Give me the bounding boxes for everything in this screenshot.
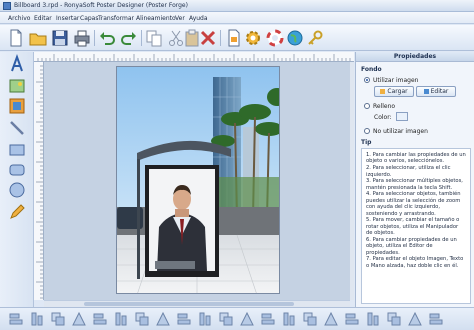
menu-capas[interactable]: Capas [80, 15, 98, 22]
tip-text: 7. Para editar el objeto Imagen, Texto o… [366, 256, 464, 269]
app-icon [3, 2, 11, 10]
edit-button-label: Editar [430, 88, 449, 95]
delete-icon[interactable] [198, 28, 218, 48]
menu-ver[interactable]: Ver [175, 15, 185, 22]
send-back-icon[interactable] [155, 311, 171, 327]
ellipse-tool-icon[interactable] [7, 180, 27, 200]
lock-icon[interactable] [302, 311, 318, 327]
ruler-ticks [36, 65, 43, 299]
rectangle-tool-icon[interactable] [7, 140, 27, 160]
tip-section-label: Tip [361, 139, 372, 146]
save-icon[interactable] [50, 28, 70, 48]
drawing-tools-panel [0, 52, 34, 310]
rounded-rectangle-tool-icon[interactable] [7, 160, 27, 180]
color-swatch[interactable] [396, 112, 408, 121]
flip-vertical-icon[interactable] [239, 311, 255, 327]
align-middle-icon[interactable] [92, 311, 108, 327]
web-globe-icon[interactable] [285, 28, 305, 48]
rotate-left-icon[interactable] [260, 311, 276, 327]
clipart-tool-icon[interactable] [7, 96, 27, 116]
help-lifebuoy-icon[interactable] [265, 28, 285, 48]
menu-bar: Archivo Editar Insertar Capas Transforma… [0, 12, 474, 24]
pencil-tool-icon[interactable] [7, 202, 27, 222]
horizontal-ruler [34, 52, 354, 62]
settings-gear-icon[interactable] [243, 28, 263, 48]
menu-alineamiento[interactable]: Alineamiento [136, 15, 176, 22]
tip-text: 1. Para cambiar las propiedades de un ob… [366, 152, 466, 165]
scrollbar-thumb[interactable] [84, 302, 294, 306]
canvas-area[interactable] [44, 62, 350, 300]
distribute-h-icon[interactable] [344, 311, 360, 327]
vertical-scrollbar[interactable] [350, 62, 354, 300]
edit-icon [423, 89, 429, 94]
menu-transformar[interactable]: Transformar [98, 15, 134, 22]
same-height-icon[interactable] [407, 311, 423, 327]
radio-button[interactable] [364, 103, 370, 109]
redo-icon[interactable] [119, 28, 139, 48]
load-image-button[interactable]: Cargar [374, 86, 414, 97]
key-icon[interactable] [305, 28, 325, 48]
folder-icon [380, 89, 386, 94]
menu-ayuda[interactable]: Ayuda [189, 15, 208, 22]
use-image-radio[interactable]: Utilizar imagen [364, 76, 418, 84]
radio-button[interactable] [364, 77, 370, 83]
radio-button[interactable] [364, 128, 370, 134]
ruler-ticks [37, 54, 351, 61]
align-center-icon[interactable] [29, 311, 45, 327]
center-page-icon[interactable] [428, 311, 444, 327]
image-tool-icon[interactable] [7, 76, 27, 96]
flip-horizontal-icon[interactable] [218, 311, 234, 327]
properties-panel: Propiedades Fondo Utilizar imagen Cargar… [355, 52, 474, 310]
use-image-label: Utilizar imagen [373, 76, 419, 84]
align-top-icon[interactable] [71, 311, 87, 327]
fondo-section-label: Fondo [361, 66, 382, 73]
tips-box: 1. Para cambiar las propiedades de un ob… [361, 148, 471, 304]
tip-text: 5. Para mover, cambiar el tamaño o rotar… [366, 217, 460, 237]
unlock-icon[interactable] [323, 311, 339, 327]
vertical-ruler [34, 62, 44, 300]
menu-archivo[interactable]: Archivo [8, 15, 30, 22]
toolbar-separator [220, 30, 221, 46]
fill-radio[interactable]: Relleno [364, 102, 395, 110]
no-image-radio[interactable]: No utilizar imagen [364, 127, 428, 135]
align-right-icon[interactable] [50, 311, 66, 327]
load-button-label: Cargar [387, 88, 408, 95]
align-bottom-icon[interactable] [113, 311, 129, 327]
toolbar-separator [141, 30, 142, 46]
new-document-icon[interactable] [6, 28, 26, 48]
rotate-right-icon[interactable] [281, 311, 297, 327]
color-label: Color: [374, 114, 392, 121]
same-width-icon[interactable] [386, 311, 402, 327]
undo-icon[interactable] [97, 28, 117, 48]
menu-insertar[interactable]: Insertar [56, 15, 79, 22]
menu-editar[interactable]: Editar [34, 15, 52, 22]
alignment-toolbar [0, 307, 474, 330]
properties-header: Propiedades [356, 52, 474, 62]
align-left-icon[interactable] [8, 311, 24, 327]
distribute-v-icon[interactable] [365, 311, 381, 327]
ungroup-icon[interactable] [197, 311, 213, 327]
horizontal-scrollbar[interactable] [44, 300, 350, 307]
edit-image-button[interactable]: Editar [416, 86, 456, 97]
open-folder-icon[interactable] [28, 28, 48, 48]
fill-label: Relleno [373, 102, 396, 110]
copy-icon[interactable] [144, 28, 164, 48]
window-title: Billboard 3.rpd - RonyaSoft Poster Desig… [14, 2, 188, 9]
tip-text: 2. Para seleccionar, utiliza el clic izq… [366, 165, 451, 178]
bring-front-icon[interactable] [134, 311, 150, 327]
text-tool-icon[interactable] [7, 54, 27, 74]
title-bar: Billboard 3.rpd - RonyaSoft Poster Desig… [0, 0, 474, 12]
toolbar-separator [94, 30, 95, 46]
tip-text: 6. Para cambiar propiedades de un objeto… [366, 236, 457, 256]
poster-page[interactable] [116, 66, 280, 294]
main-toolbar [0, 25, 474, 51]
tip-text: 4. Para seleccionar objetos, también pue… [366, 191, 461, 217]
billboard-photo [117, 67, 279, 293]
tip-text: 3. Para seleccionar múltiples objetos, m… [366, 178, 463, 191]
group-icon[interactable] [176, 311, 192, 327]
print-icon[interactable] [72, 28, 92, 48]
no-image-label: No utilizar imagen [373, 127, 428, 135]
line-tool-icon[interactable] [7, 118, 27, 138]
export-icon[interactable] [224, 28, 244, 48]
